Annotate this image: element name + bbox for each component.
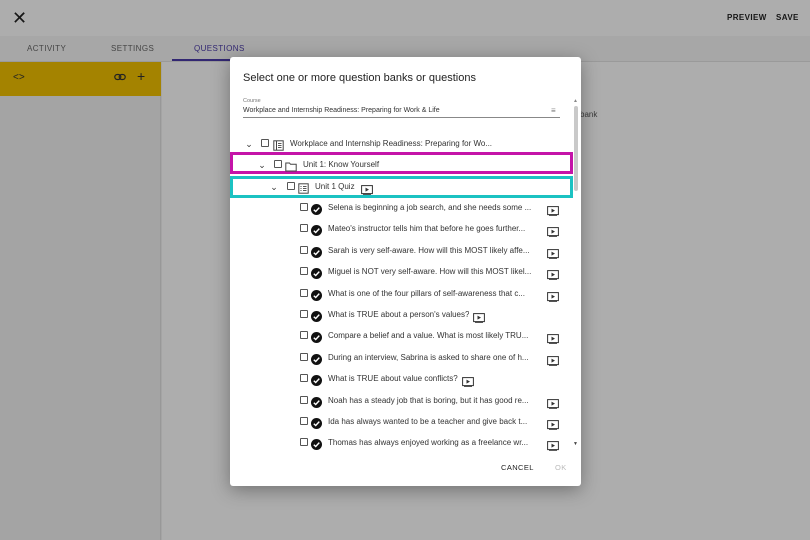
tree-label-question: Thomas has always enjoyed working as a f…	[328, 438, 529, 448]
check-circle-icon	[311, 395, 322, 413]
preview-play-icon[interactable]	[361, 182, 373, 200]
course-select-underline	[243, 117, 560, 118]
tree-label-question: Miguel is NOT very self-aware. How will …	[328, 267, 532, 277]
preview-play-icon[interactable]	[547, 438, 559, 456]
preview-play-icon[interactable]	[547, 289, 559, 307]
check-circle-icon	[311, 330, 322, 348]
tree-row-question[interactable]: Thomas has always enjoyed working as a f…	[230, 436, 573, 454]
folder-icon	[285, 159, 297, 177]
check-circle-icon	[311, 309, 322, 327]
tree-row-question[interactable]: What is TRUE about value conflicts?	[230, 372, 573, 390]
check-circle-icon	[311, 416, 322, 434]
menu-icon[interactable]: ≡	[551, 106, 556, 115]
tree-row-question[interactable]: Sarah is very self-aware. How will this …	[230, 244, 573, 262]
tree-row-question[interactable]: Miguel is NOT very self-aware. How will …	[230, 265, 573, 283]
scroll-down-icon[interactable]: ▼	[573, 441, 578, 447]
tree-label-question: Ida has always wanted to be a teacher an…	[328, 417, 528, 426]
checkbox[interactable]	[287, 182, 295, 190]
chevron-down-icon[interactable]: ⌄	[269, 182, 279, 192]
tree-label-question: During an interview, Sabrina is asked to…	[328, 352, 529, 362]
preview-play-icon[interactable]	[547, 396, 559, 414]
chevron-down-icon[interactable]: ⌄	[244, 139, 254, 149]
check-circle-icon	[311, 437, 322, 455]
course-select[interactable]: Workplace and Internship Readiness: Prep…	[243, 107, 440, 114]
tree-label-question: Selena is beginning a job search, and sh…	[328, 203, 532, 212]
question-bank-dialog: Select one or more question banks or que…	[230, 57, 581, 486]
checkbox[interactable]	[300, 331, 308, 340]
preview-play-icon[interactable]	[462, 374, 474, 392]
preview-play-icon[interactable]	[547, 203, 559, 221]
scrollbar-thumb[interactable]	[574, 106, 578, 191]
tree-row-question[interactable]: Selena is beginning a job search, and sh…	[230, 201, 573, 219]
checkbox[interactable]	[300, 352, 308, 361]
chevron-down-icon[interactable]: ⌄	[257, 160, 267, 170]
tree-row-question[interactable]: Compare a belief and a value. What is mo…	[230, 329, 573, 347]
preview-play-icon[interactable]	[473, 310, 485, 328]
preview-play-icon[interactable]	[547, 417, 559, 435]
tree-label-question: What is TRUE about a person's values?	[328, 310, 470, 319]
checkbox[interactable]	[261, 139, 269, 147]
tree-row-question[interactable]: What is TRUE about a person's values?	[230, 308, 573, 326]
tree-row-question[interactable]: Mateo's instructor tells him that before…	[230, 222, 573, 240]
check-circle-icon	[311, 266, 322, 284]
preview-play-icon[interactable]	[547, 246, 559, 264]
course-field-label: Course	[243, 98, 261, 104]
tree-label-question: Sarah is very self-aware. How will this …	[328, 245, 530, 255]
tree-row-question[interactable]: What is one of the four pillars of self-…	[230, 287, 573, 305]
check-circle-icon	[311, 245, 322, 263]
tree-label-question: Mateo's instructor tells him that before…	[328, 224, 526, 234]
tree-label-question: What is one of the four pillars of self-…	[328, 288, 525, 298]
checkbox[interactable]	[274, 160, 282, 168]
checkbox[interactable]	[300, 288, 308, 297]
check-circle-icon	[311, 352, 322, 370]
cancel-button[interactable]: CANCEL	[501, 463, 534, 472]
check-circle-icon	[311, 202, 322, 220]
checkbox[interactable]	[300, 224, 308, 233]
tree-row-unit[interactable]: ⌄ Unit 1: Know Yourself	[230, 158, 573, 176]
tree-label-question: Compare a belief and a value. What is mo…	[328, 331, 529, 341]
preview-play-icon[interactable]	[547, 331, 559, 349]
dialog-title: Select one or more question banks or que…	[243, 72, 476, 84]
tree-row-quiz[interactable]: ⌄ Unit 1 Quiz	[230, 180, 573, 198]
quiz-list-icon	[298, 181, 309, 199]
tree-label-question: What is TRUE about value conflicts?	[328, 374, 458, 384]
check-circle-icon	[311, 288, 322, 306]
preview-play-icon[interactable]	[547, 353, 559, 371]
preview-play-icon[interactable]	[547, 224, 559, 242]
tree-label-quiz: Unit 1 Quiz	[315, 182, 355, 191]
tree-label-unit: Unit 1: Know Yourself	[303, 160, 380, 169]
tree-row-question[interactable]: During an interview, Sabrina is asked to…	[230, 351, 573, 369]
tree-label-question: Noah has a steady job that is boring, bu…	[328, 395, 529, 405]
ok-button[interactable]: OK	[555, 463, 567, 472]
tree-label-course: Workplace and Internship Readiness: Prep…	[290, 139, 493, 148]
checkbox[interactable]	[300, 374, 308, 383]
tree-row-question[interactable]: Noah has a steady job that is boring, bu…	[230, 394, 573, 412]
check-circle-icon	[311, 373, 322, 391]
checkbox[interactable]	[300, 310, 308, 318]
checkbox[interactable]	[300, 203, 308, 211]
preview-play-icon[interactable]	[547, 267, 559, 285]
tree-row-question[interactable]: Ida has always wanted to be a teacher an…	[230, 415, 573, 433]
checkbox[interactable]	[300, 395, 308, 404]
check-circle-icon	[311, 223, 322, 241]
checkbox[interactable]	[300, 438, 308, 447]
checkbox[interactable]	[300, 267, 308, 276]
checkbox[interactable]	[300, 417, 308, 425]
checkbox[interactable]	[300, 245, 308, 254]
